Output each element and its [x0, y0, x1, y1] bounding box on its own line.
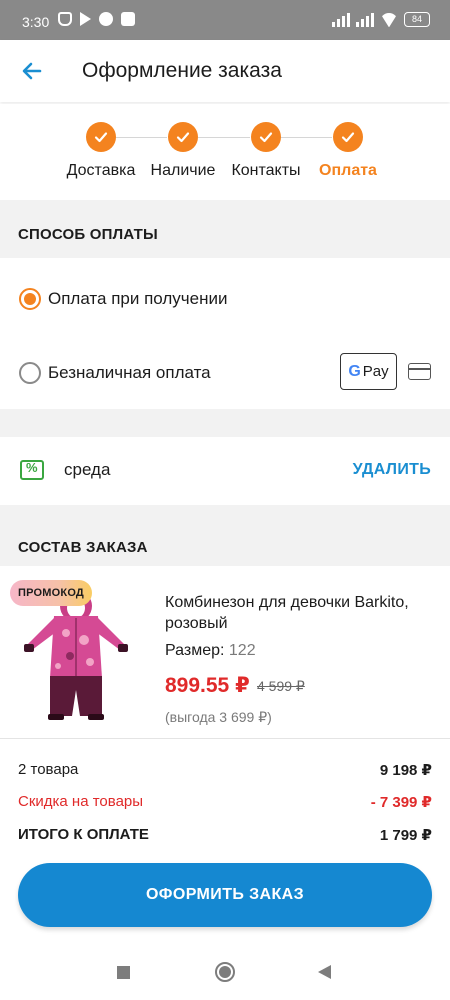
size-value: 122 — [228, 642, 256, 659]
check-icon — [251, 122, 281, 152]
page-title: Оформление заказа — [82, 59, 282, 82]
radio-button-checked[interactable] — [19, 288, 41, 310]
check-icon — [333, 122, 363, 152]
payment-section-header: СПОСОБ ОПЛАТЫ — [0, 200, 450, 258]
promo-code-value: среда — [64, 460, 111, 479]
system-nav-bar — [0, 940, 450, 1000]
section-title: СПОСОБ ОПЛАТЫ — [18, 226, 158, 243]
coupon-icon — [20, 460, 44, 480]
check-icon — [168, 122, 198, 152]
step-contacts[interactable]: Контакты — [227, 122, 305, 180]
circle-icon — [99, 12, 113, 26]
section-spacer — [0, 409, 450, 437]
status-icons-left — [58, 12, 135, 26]
divider — [0, 738, 450, 739]
radio-button[interactable] — [19, 362, 41, 384]
payment-option-label: Оплата при получении — [48, 289, 228, 308]
section-title: СОСТАВ ЗАКАЗА — [18, 539, 148, 556]
step-label: Доставка — [66, 162, 136, 179]
checkout-stepper: Доставка Наличие Контакты Оплата — [0, 104, 450, 200]
promo-code-row: среда УДАЛИТЬ — [0, 437, 450, 505]
step-payment[interactable]: Оплата — [316, 122, 380, 180]
credit-card-icon — [408, 363, 431, 380]
remove-promo-button[interactable]: УДАЛИТЬ — [353, 461, 431, 479]
product-price: 899.55 ₽ — [165, 674, 250, 697]
step-label: Оплата — [319, 162, 377, 179]
summary-items-label: 2 товара — [18, 761, 79, 778]
status-time: 3:30 — [22, 14, 50, 30]
wifi-icon — [380, 13, 398, 27]
order-item[interactable]: ПРОМОКОД Комбинезон для девочки Barkito,… — [0, 566, 450, 736]
summary-total-label: ИТОГО К ОПЛАТЕ — [18, 826, 149, 843]
google-g-letter: G — [348, 362, 361, 380]
status-icons-right: 84 — [332, 12, 430, 27]
square-icon — [121, 12, 135, 26]
size-label: Размер: — [165, 642, 225, 659]
summary-discount-label: Скидка на товары — [18, 793, 144, 810]
battery-icon: 84 — [404, 12, 430, 27]
product-old-price: 4 599 ₽ — [257, 678, 305, 694]
step-availability[interactable]: Наличие — [148, 122, 218, 180]
recents-icon[interactable] — [117, 966, 130, 979]
app-header: Оформление заказа — [0, 40, 450, 102]
promo-badge: ПРОМОКОД — [10, 580, 92, 606]
step-label: Наличие — [150, 162, 216, 179]
signal-icon — [332, 12, 350, 27]
payment-option-cashless[interactable]: Безналичная оплата G Pay — [0, 335, 450, 409]
step-label: Контакты — [231, 162, 301, 179]
status-bar: 3:30 84 — [0, 0, 450, 40]
summary-items-value: 9 198 ₽ — [379, 762, 432, 779]
gpay-label: Pay — [362, 363, 389, 380]
mute-icon — [58, 12, 72, 26]
home-icon[interactable] — [215, 962, 235, 982]
order-section-header: СОСТАВ ЗАКАЗА — [0, 505, 450, 566]
payment-option-cash[interactable]: Оплата при получении — [0, 261, 450, 335]
summary-total-value: 1 799 ₽ — [379, 827, 432, 844]
product-size: Размер: 122 — [165, 642, 256, 660]
arrow-left-icon[interactable] — [18, 57, 46, 85]
checkout-button[interactable]: ОФОРМИТЬ ЗАКАЗ — [18, 863, 432, 927]
product-name[interactable]: Комбинезон для девочки Barkito, розовый — [165, 592, 435, 634]
google-pay-icon: G Pay — [340, 353, 397, 390]
signal-icon — [356, 12, 374, 27]
summary-discount-value: - 7 399 ₽ — [370, 794, 432, 811]
check-icon — [86, 122, 116, 152]
product-saving: (выгода 3 699 ₽) — [165, 709, 272, 725]
play-icon — [80, 12, 91, 26]
step-delivery[interactable]: Доставка — [64, 122, 138, 180]
back-triangle-icon[interactable] — [318, 965, 331, 979]
payment-option-label: Безналичная оплата — [48, 363, 211, 382]
